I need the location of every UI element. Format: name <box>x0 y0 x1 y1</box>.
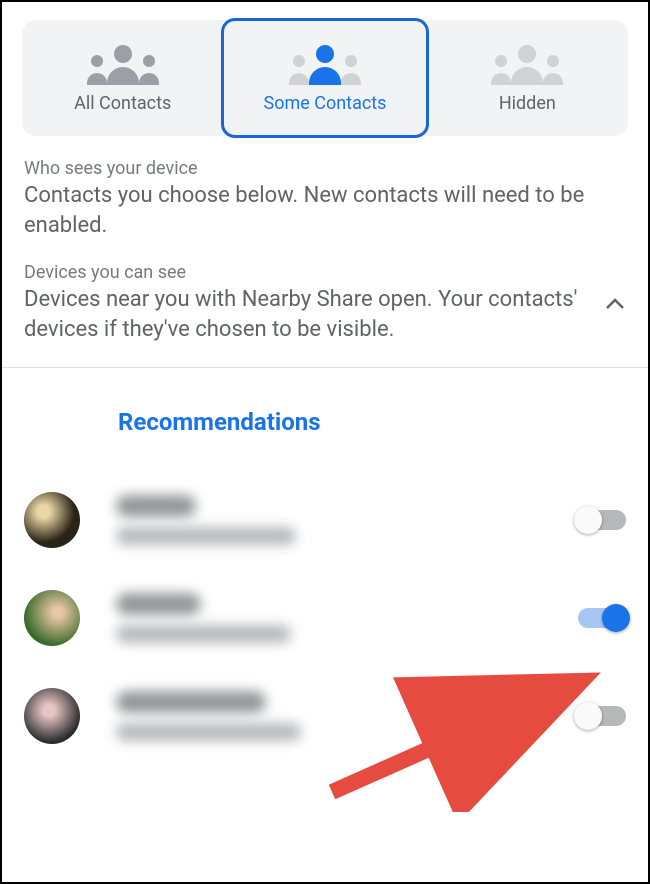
group-icon <box>87 43 159 85</box>
contact-row <box>2 672 648 770</box>
contact-toggle[interactable] <box>578 706 626 726</box>
tab-label: Hidden <box>499 93 556 114</box>
contact-row <box>2 574 648 672</box>
contact-row <box>2 476 648 574</box>
contact-name-blurred <box>116 495 196 517</box>
tab-hidden[interactable]: Hidden <box>427 20 628 136</box>
contact-info <box>116 495 578 545</box>
who-sees-title: Who sees your device <box>24 158 626 179</box>
contact-toggle[interactable] <box>578 608 626 628</box>
visibility-description[interactable]: Who sees your device Contacts you choose… <box>2 158 648 345</box>
avatar <box>24 492 80 548</box>
contact-name-blurred <box>116 593 201 615</box>
group-icon <box>289 43 361 85</box>
tab-label: All Contacts <box>74 93 171 114</box>
collapse-icon[interactable] <box>606 291 624 315</box>
avatar <box>24 590 80 646</box>
avatar <box>24 688 80 744</box>
contact-phone-blurred <box>116 527 296 545</box>
group-icon <box>491 43 563 85</box>
contact-toggle[interactable] <box>578 510 626 530</box>
contact-phone-blurred <box>116 625 291 643</box>
tab-all-contacts[interactable]: All Contacts <box>22 20 223 136</box>
contact-info <box>116 593 578 643</box>
contact-name-blurred <box>116 691 266 713</box>
tab-some-contacts[interactable]: Some Contacts <box>221 18 428 138</box>
devices-body: Devices near you with Nearby Share open.… <box>24 285 626 344</box>
contact-phone-blurred <box>116 723 301 741</box>
who-sees-body: Contacts you choose below. New contacts … <box>24 181 626 240</box>
recommendations-heading: Recommendations <box>2 368 648 476</box>
tab-label: Some Contacts <box>264 93 387 114</box>
devices-title: Devices you can see <box>24 262 626 283</box>
visibility-tabbar: All Contacts Some Contacts Hidden <box>22 20 628 136</box>
contact-info <box>116 691 578 741</box>
